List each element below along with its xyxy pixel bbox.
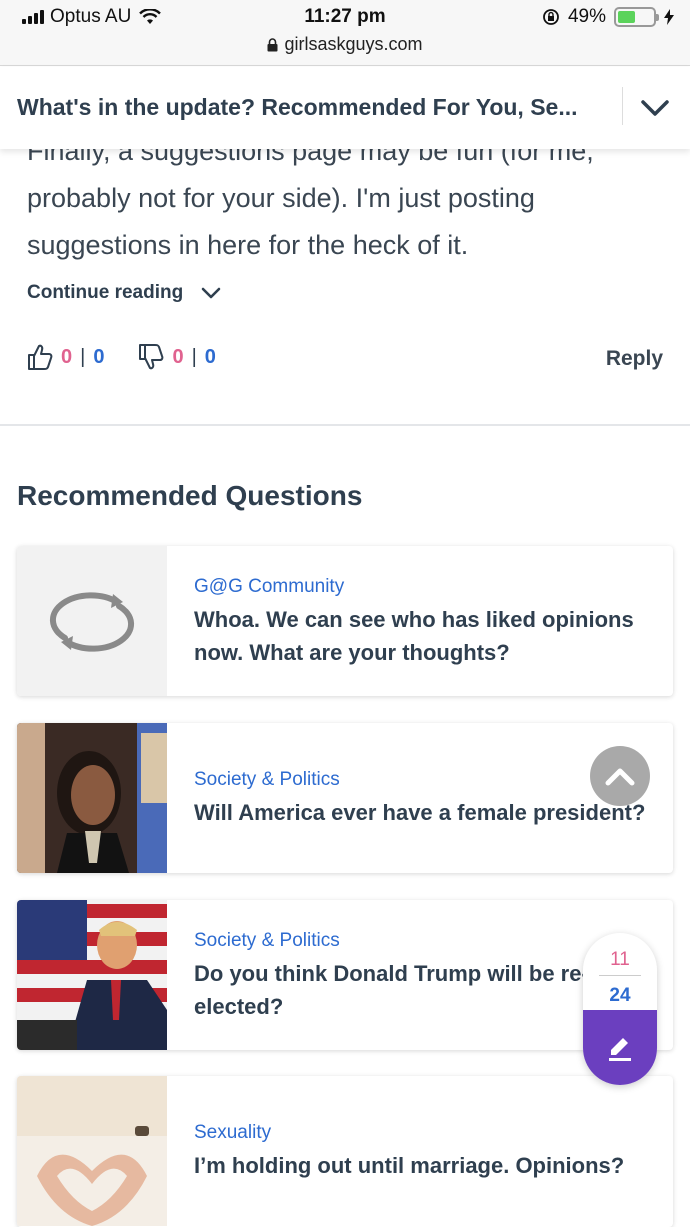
question-card[interactable]: Society & Politics Do you think Donald T…: [17, 900, 673, 1050]
dislike-count-female: 0: [172, 345, 184, 368]
compose-button[interactable]: [583, 1010, 657, 1085]
like-separator: |: [80, 345, 86, 368]
card-thumbnail: [17, 900, 167, 1050]
battery-icon: [614, 7, 659, 27]
continue-reading-label: Continue reading: [27, 282, 184, 303]
url-text: girlsaskguys.com: [284, 34, 423, 54]
charging-icon: [664, 9, 674, 25]
article-body: Finally, a suggestions page may be fun (…: [27, 136, 594, 260]
heart-hands-photo-thumbnail: [17, 1076, 167, 1226]
card-thumbnail: [17, 546, 167, 696]
header-divider: [622, 87, 623, 125]
topic-header: What's in the update? Recommended For Yo…: [0, 67, 690, 149]
rotation-lock-icon: [543, 9, 559, 25]
card-question[interactable]: Whoa. We can see who has liked opinions …: [194, 603, 659, 669]
compose-fab[interactable]: 11 24: [583, 933, 657, 1085]
recommended-title: Recommended Questions: [17, 480, 363, 511]
dislike-separator: |: [191, 345, 197, 368]
fab-divider: [599, 975, 641, 976]
like-count-female: 0: [61, 345, 73, 368]
question-card[interactable]: Sexuality I’m holding out until marriage…: [17, 1076, 673, 1227]
chevron-down-icon: [201, 287, 221, 299]
like-count-male: 0: [93, 345, 105, 368]
question-card[interactable]: Society & Politics Will America ever hav…: [17, 723, 673, 873]
status-right: 49%: [542, 6, 674, 28]
chevron-up-icon: [605, 768, 635, 786]
reply-button[interactable]: Reply: [606, 347, 663, 371]
fab-count-top: 11: [610, 949, 630, 970]
chevron-down-icon[interactable]: [638, 91, 672, 125]
card-category[interactable]: Society & Politics: [194, 769, 340, 791]
pencil-icon: [609, 1037, 631, 1061]
continue-reading-button[interactable]: Continue reading: [27, 282, 221, 304]
refresh-icon: [49, 592, 135, 652]
dislike-count-male: 0: [204, 345, 216, 368]
address-bar[interactable]: girlsaskguys.com: [0, 34, 690, 55]
status-bar: Optus AU 11:27 pm 49% girlsaskguys.com: [0, 0, 690, 66]
women-photo-thumbnail: [17, 723, 167, 873]
like-group[interactable]: 0 | 0: [27, 343, 104, 371]
card-question[interactable]: I’m holding out until marriage. Opinions…: [194, 1149, 659, 1182]
fab-count-bottom: 24: [609, 985, 631, 1006]
dislike-group[interactable]: 0 | 0: [138, 343, 216, 371]
card-category[interactable]: Society & Politics: [194, 930, 340, 952]
card-thumbnail: [17, 723, 167, 873]
thumbs-down-icon[interactable]: [138, 343, 164, 371]
card-category[interactable]: Sexuality: [194, 1122, 271, 1144]
battery-percent: 49%: [567, 6, 606, 27]
trump-photo-thumbnail: [17, 900, 167, 1050]
lock-icon: [267, 37, 278, 51]
card-thumbnail: [17, 1076, 167, 1226]
card-question[interactable]: Will America ever have a female presiden…: [194, 796, 659, 829]
vote-bar: 0 | 0 0 | 0: [27, 343, 250, 371]
thumbs-up-icon[interactable]: [27, 343, 53, 371]
question-card[interactable]: G@G Community Whoa. We can see who has l…: [17, 546, 673, 696]
card-question[interactable]: Do you think Donald Trump will be re-ele…: [194, 957, 594, 1023]
card-category[interactable]: G@G Community: [194, 576, 344, 598]
scroll-to-top-button[interactable]: [590, 746, 650, 806]
section-divider: [0, 424, 690, 426]
topic-title[interactable]: What's in the update? Recommended For Yo…: [17, 94, 597, 121]
